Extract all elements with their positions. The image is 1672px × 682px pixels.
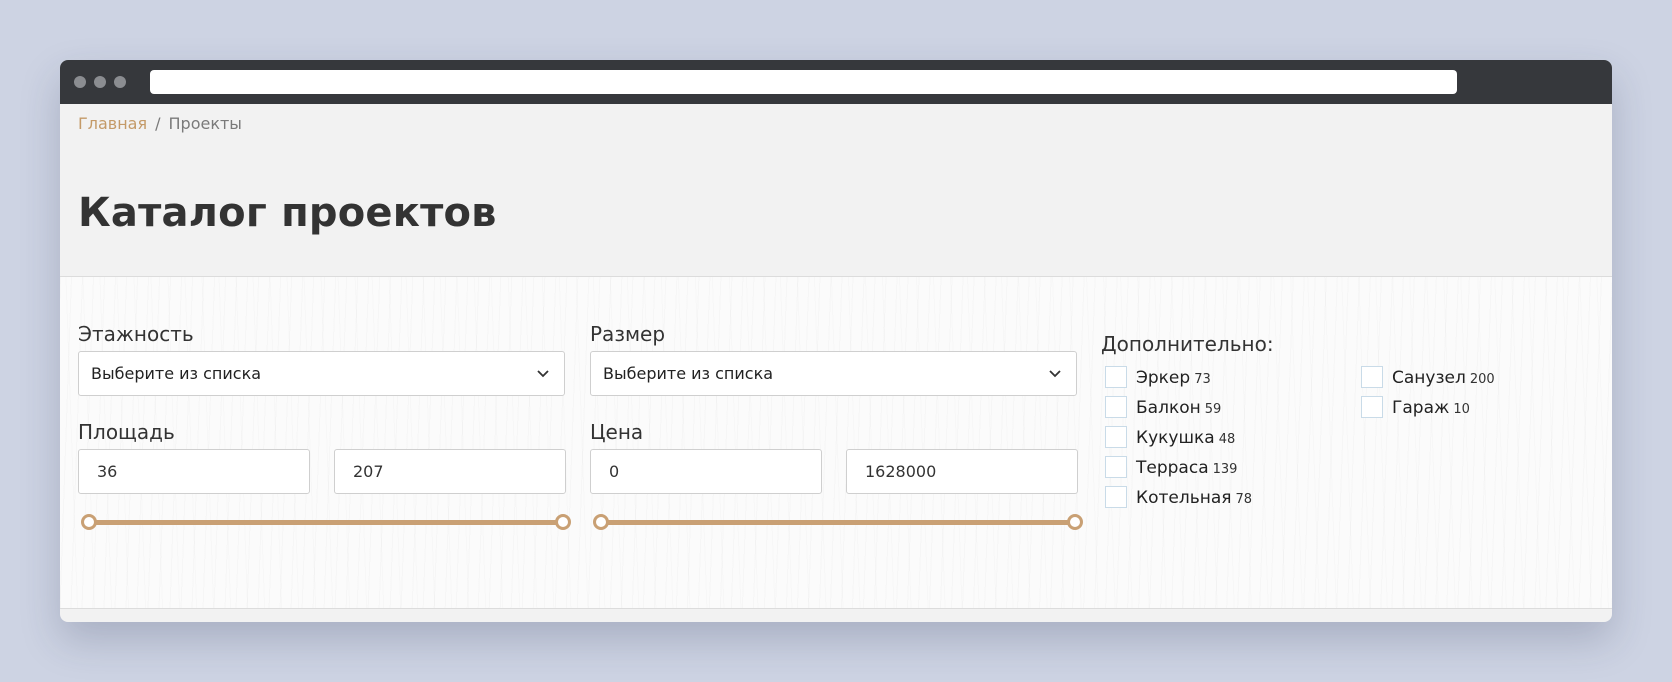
page-title: Каталог проектов (78, 190, 497, 236)
extra-option-label: Кукушка (1136, 428, 1215, 448)
checkbox[interactable] (1105, 366, 1127, 388)
extra-options-title: Дополнительно: (1101, 332, 1274, 356)
checkbox[interactable] (1105, 426, 1127, 448)
page-header: Главная / Проекты Каталог проектов (60, 104, 1612, 277)
area-max-input[interactable] (334, 449, 566, 494)
checkbox[interactable] (1105, 486, 1127, 508)
extra-option-count: 200 (1469, 372, 1495, 387)
window-control-dot-icon[interactable] (74, 76, 86, 88)
extra-option-label: Терраса (1136, 458, 1209, 478)
chevron-down-icon (1049, 370, 1061, 378)
chevron-down-icon (537, 370, 549, 378)
price-range-slider[interactable] (593, 512, 1083, 532)
filters-panel: Этажность Выберите из списка Размер Выбе… (60, 277, 1612, 609)
checkbox[interactable] (1361, 366, 1383, 388)
browser-titlebar (60, 60, 1612, 104)
floors-select-value: Выберите из списка (91, 364, 262, 383)
extra-option-count: 139 (1212, 462, 1238, 477)
browser-window: Главная / Проекты Каталог проектов Этажнос… (60, 60, 1612, 622)
extra-option-count: 48 (1218, 432, 1236, 447)
breadcrumb-separator: / (155, 114, 161, 133)
area-slider-max-handle[interactable] (555, 514, 571, 530)
address-bar[interactable] (150, 70, 1457, 94)
price-slider-min-handle[interactable] (593, 514, 609, 530)
extra-option-label: Балкон (1136, 398, 1201, 418)
price-label: Цена (590, 420, 644, 444)
floors-label: Этажность (78, 322, 194, 346)
extra-option-label: Санузел (1392, 368, 1466, 388)
extra-option-count: 78 (1235, 492, 1253, 507)
area-slider-track (89, 520, 563, 525)
size-label: Размер (590, 322, 666, 346)
extra-option-label: Котельная (1136, 488, 1232, 508)
extra-option-label: Гараж (1392, 398, 1450, 418)
checkbox[interactable] (1105, 456, 1127, 478)
price-slider-max-handle[interactable] (1067, 514, 1083, 530)
price-min-input[interactable] (590, 449, 822, 494)
window-control-dot-icon[interactable] (114, 76, 126, 88)
extra-option-count: 73 (1194, 372, 1211, 387)
extra-option-count: 59 (1204, 402, 1222, 417)
area-range-slider[interactable] (81, 512, 571, 532)
area-label: Площадь (78, 420, 175, 444)
extra-option-count: 10 (1453, 402, 1470, 417)
floors-select[interactable]: Выберите из списка (78, 351, 565, 396)
checkbox[interactable] (1361, 396, 1383, 418)
window-control-dot-icon[interactable] (94, 76, 106, 88)
checkbox[interactable] (1105, 396, 1127, 418)
breadcrumb-home-link[interactable]: Главная (78, 114, 147, 133)
breadcrumb: Главная / Проекты (78, 114, 242, 133)
breadcrumb-current: Проекты (168, 114, 242, 133)
area-min-input[interactable] (78, 449, 310, 494)
size-select[interactable]: Выберите из списка (590, 351, 1077, 396)
price-max-input[interactable] (846, 449, 1078, 494)
extra-option-label: Эркер (1136, 368, 1191, 388)
area-slider-min-handle[interactable] (81, 514, 97, 530)
price-slider-track (601, 520, 1075, 525)
size-select-value: Выберите из списка (603, 364, 774, 383)
